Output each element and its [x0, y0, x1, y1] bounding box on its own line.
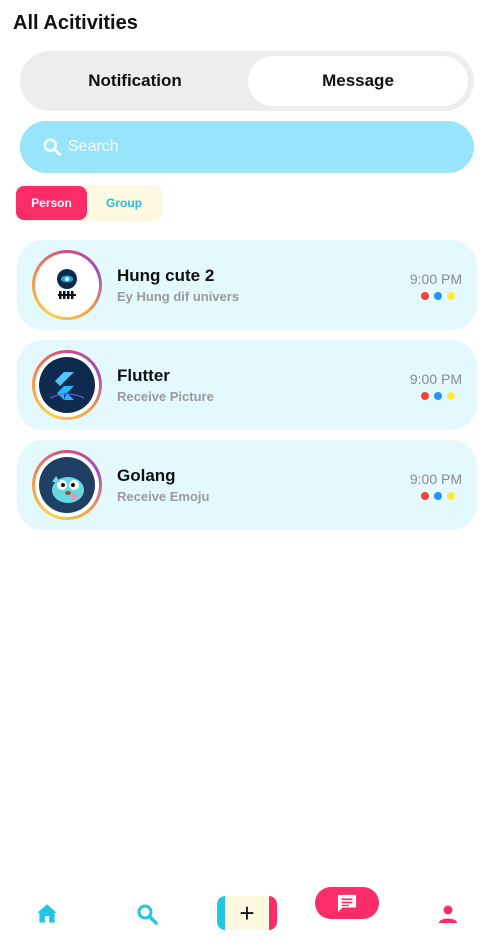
status-dots — [421, 392, 455, 400]
message-time: 9:00 PM — [409, 471, 462, 487]
red-dot — [421, 292, 429, 300]
conversation-item[interactable]: Golang Receive Emoju 9:00 PM — [17, 440, 477, 530]
message-preview: Receive Emoju — [117, 489, 210, 504]
segment-control: Notification Message — [20, 51, 474, 111]
yellow-dot — [447, 492, 455, 500]
message-preview: Receive Picture — [117, 389, 214, 404]
conversation-item[interactable]: Flutter Receive Picture 9:00 PM — [17, 340, 477, 430]
add-button[interactable]: + — [217, 896, 277, 930]
search-input[interactable] — [68, 138, 428, 156]
chat-button[interactable] — [315, 887, 379, 919]
contact-name: Hung cute 2 — [117, 266, 215, 285]
status-dots — [421, 492, 455, 500]
bottom-nav: + — [0, 880, 494, 947]
tab-notification[interactable]: Notification — [25, 56, 245, 106]
filter-person-button[interactable]: Person — [16, 186, 87, 220]
chat-icon — [337, 894, 357, 913]
search-nav-icon[interactable] — [133, 900, 161, 928]
search-icon — [43, 138, 61, 156]
message-preview: Ey Hung dif univers — [117, 289, 240, 304]
contact-name: Golang — [117, 466, 176, 485]
blue-dot — [434, 392, 442, 400]
filter-group-button[interactable]: Group — [91, 186, 157, 220]
avatar-ring — [32, 450, 102, 520]
plus-icon: + — [239, 897, 255, 928]
blue-dot — [434, 492, 442, 500]
avatar-ring — [32, 350, 102, 420]
status-dots — [421, 292, 455, 300]
page-title: All Acitivities — [13, 12, 138, 34]
message-time: 9:00 PM — [409, 271, 462, 287]
contact-name: Flutter — [117, 366, 170, 385]
yellow-dot — [447, 392, 455, 400]
search-bar[interactable] — [20, 121, 474, 173]
flutter-logo — [39, 357, 95, 413]
message-time: 9:00 PM — [409, 371, 462, 387]
person-icon[interactable] — [434, 900, 462, 928]
yellow-dot — [447, 292, 455, 300]
red-dot — [421, 392, 429, 400]
hung-avatar — [39, 257, 95, 313]
home-icon[interactable] — [33, 900, 61, 928]
avatar-ring — [32, 250, 102, 320]
blue-dot — [434, 292, 442, 300]
filter-toggle: Person Group — [15, 185, 163, 221]
conversation-item[interactable]: Hung cute 2 Ey Hung dif univers 9:00 PM — [17, 240, 477, 330]
red-dot — [421, 492, 429, 500]
gopher-logo — [39, 457, 95, 513]
tab-message[interactable]: Message — [248, 56, 468, 106]
